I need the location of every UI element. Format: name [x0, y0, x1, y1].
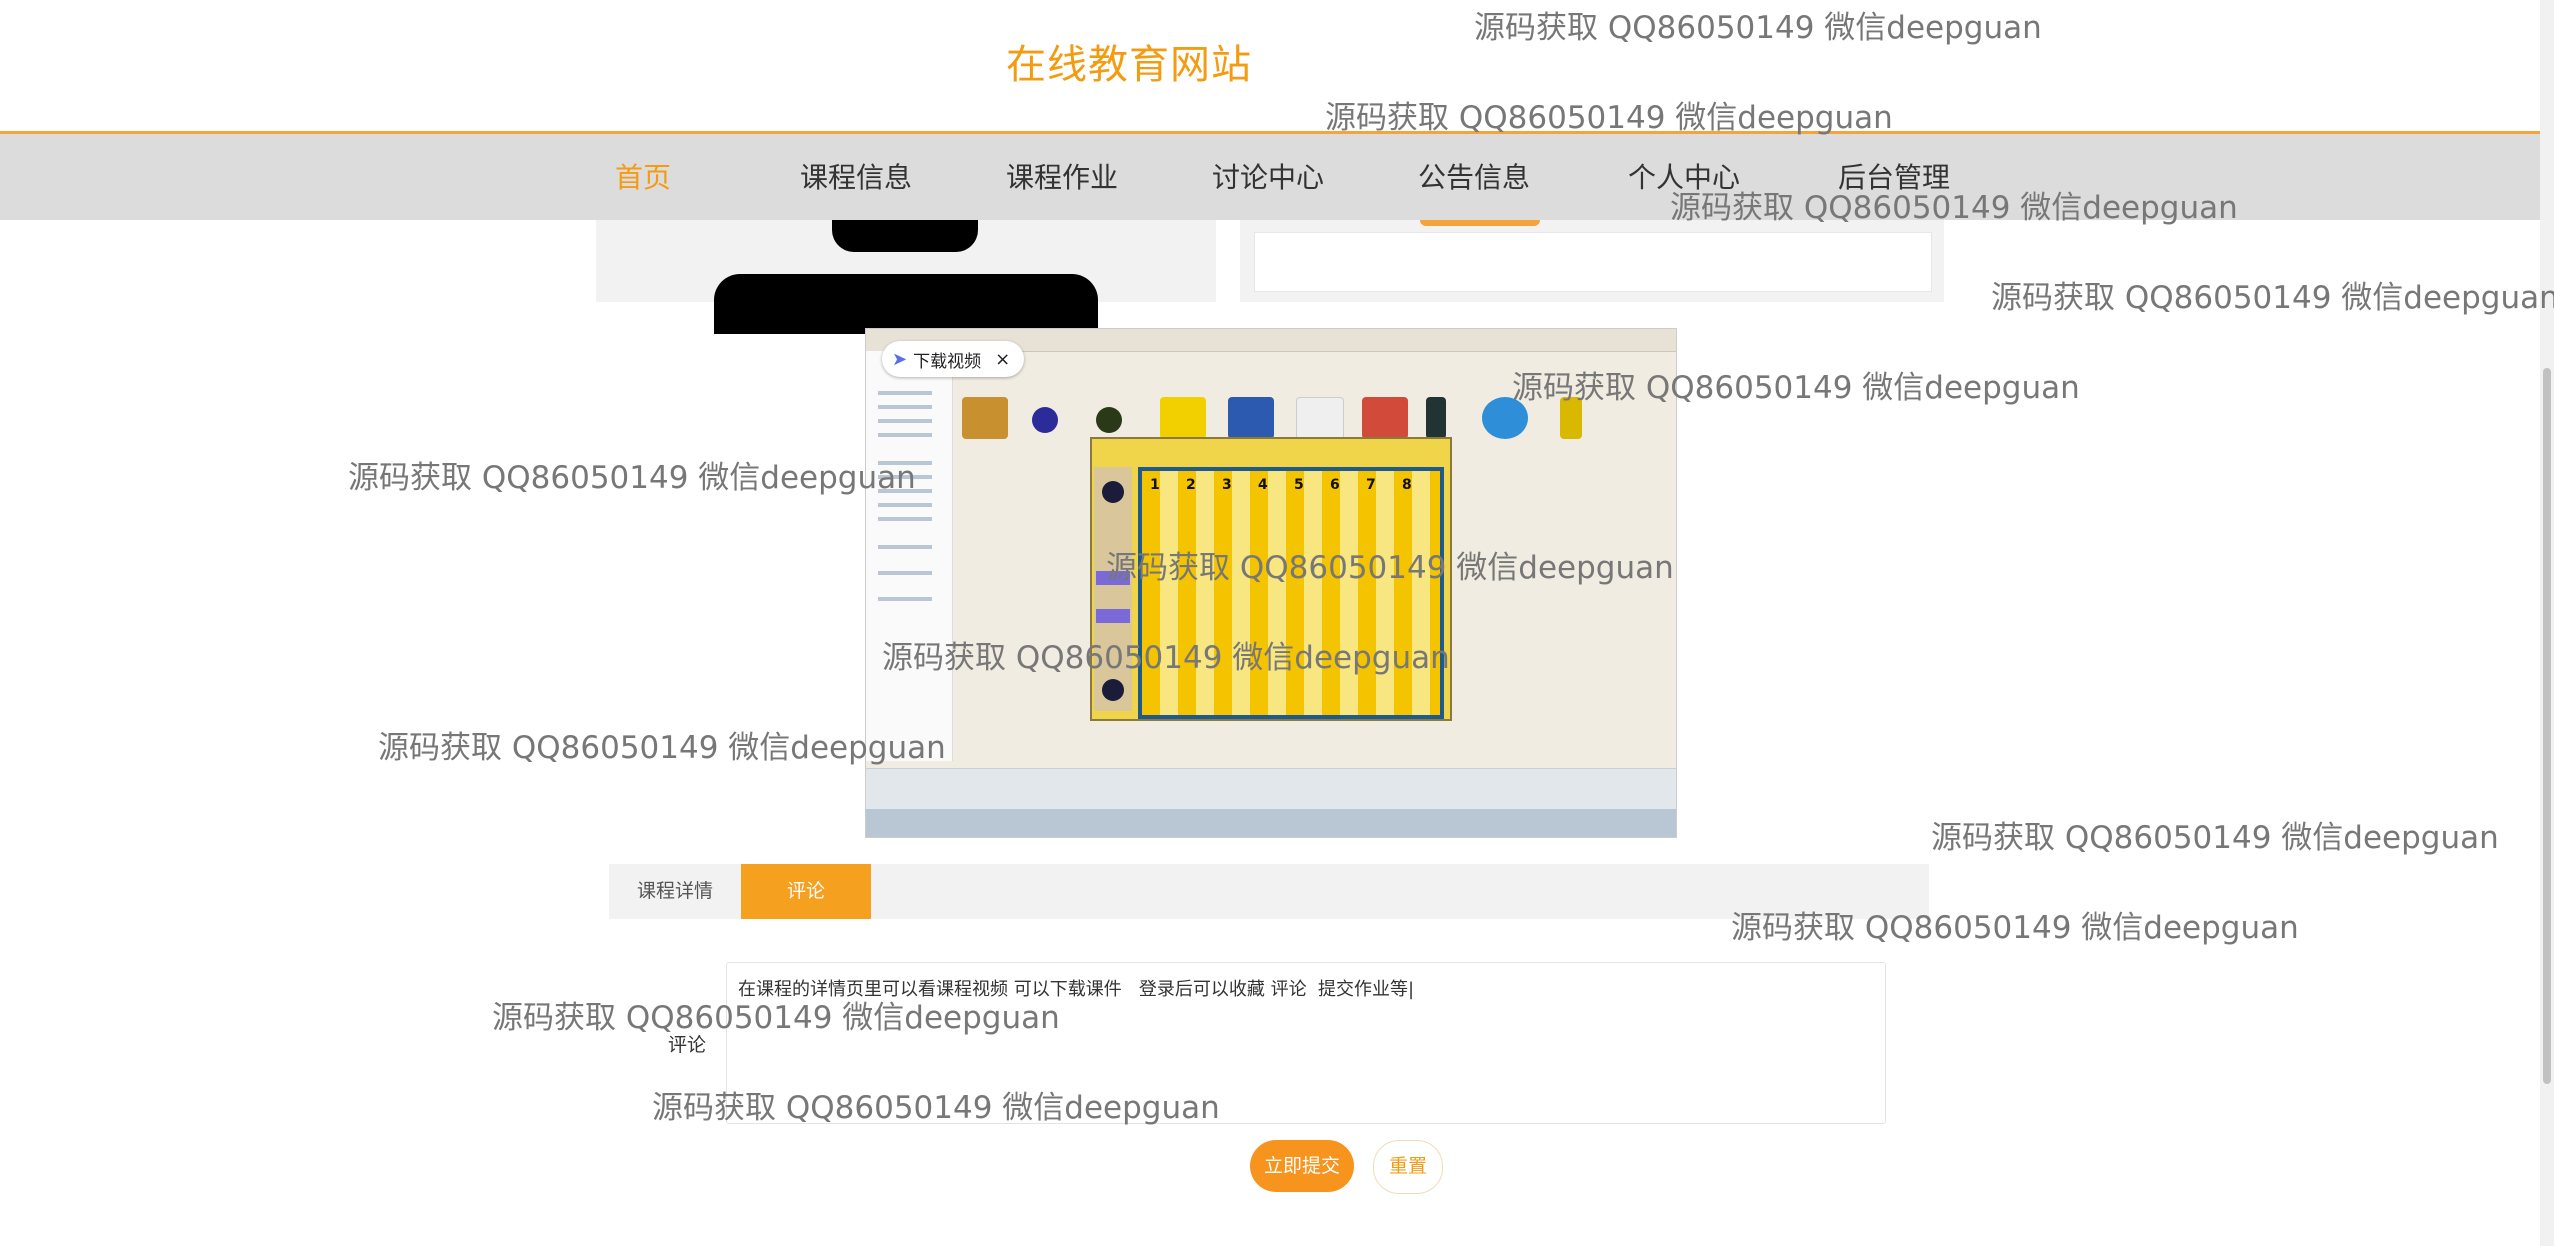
course-tabs: 课程详情 评论 [609, 864, 1929, 919]
video-thumbnail [1160, 397, 1206, 439]
video-thumbnail [1426, 397, 1446, 439]
download-video-label: 下载视频 [913, 351, 982, 372]
video-thumbnail [1096, 407, 1122, 433]
video-thumbnail [1362, 397, 1408, 439]
nav-item-home[interactable]: 首页 [615, 156, 671, 196]
submit-button[interactable]: 立即提交 [1250, 1140, 1354, 1192]
download-icon: ➤ [892, 348, 908, 370]
video-column-number: 5 [1294, 477, 1304, 493]
course-action-button[interactable] [1420, 220, 1540, 226]
video-column-number: 4 [1258, 477, 1268, 493]
tab-course-details[interactable]: 课程详情 [609, 864, 741, 919]
video-column-number: 3 [1222, 477, 1232, 493]
course-video[interactable]: 1 2 3 4 5 6 7 8 ➤ 下载视频 × [865, 328, 1677, 838]
video-game-window: 1 2 3 4 5 6 7 8 [1090, 437, 1452, 721]
course-info-box [1254, 232, 1932, 292]
watermark-text: 源码获取 QQ86050149 微信deepguan [1474, 10, 2042, 46]
watermark-text: 源码获取 QQ86050149 微信deepguan [378, 730, 946, 766]
course-cover-shape [832, 220, 978, 252]
video-thumbnail [1296, 397, 1344, 441]
video-thumbnail [1032, 407, 1058, 433]
nav-item-announcements[interactable]: 公告信息 [1418, 156, 1530, 196]
watermark-text: 源码获取 QQ86050149 微信deepguan [348, 460, 916, 496]
reset-button[interactable]: 重置 [1373, 1140, 1443, 1194]
comment-field-label: 评论 [668, 1034, 707, 1056]
download-video-button[interactable]: ➤ 下载视频 × [882, 341, 1025, 377]
video-column-number: 8 [1402, 477, 1412, 493]
video-thumbnail [1482, 397, 1528, 439]
video-thumbnail [962, 397, 1008, 439]
watermark-text: 源码获取 QQ86050149 微信deepguan [1931, 820, 2499, 856]
video-column-number: 2 [1186, 477, 1196, 493]
nav-item-admin[interactable]: 后台管理 [1838, 156, 1950, 196]
course-cover-shape [714, 274, 1098, 334]
video-thumbnail [1228, 397, 1274, 439]
comment-textarea[interactable]: 在课程的详情页里可以看课程视频 可以下载课件 登录后可以收藏 评论 提交作业等| [726, 962, 1886, 1124]
nav-item-personal-center[interactable]: 个人中心 [1628, 156, 1740, 196]
site-title: 在线教育网站 [1006, 42, 1252, 88]
main-nav: 首页 课程信息 课程作业 讨论中心 公告信息 个人中心 后台管理 [0, 134, 2540, 220]
video-column-number: 7 [1366, 477, 1376, 493]
close-icon[interactable]: × [995, 349, 1010, 370]
nav-item-course-info[interactable]: 课程信息 [800, 156, 912, 196]
nav-item-discussion[interactable]: 讨论中心 [1212, 156, 1324, 196]
video-column-number: 6 [1330, 477, 1340, 493]
watermark-text: 源码获取 QQ86050149 微信deepguan [1991, 280, 2554, 316]
video-explorer-sidebar [866, 351, 953, 761]
video-explorer-statusbar [866, 768, 1676, 809]
video-taskbar [866, 809, 1676, 837]
video-thumbnail [1560, 397, 1582, 439]
page-scrollbar-thumb[interactable] [2543, 368, 2551, 1084]
video-column-number: 1 [1150, 477, 1160, 493]
tab-comments[interactable]: 评论 [741, 864, 871, 919]
nav-item-course-homework[interactable]: 课程作业 [1006, 156, 1118, 196]
